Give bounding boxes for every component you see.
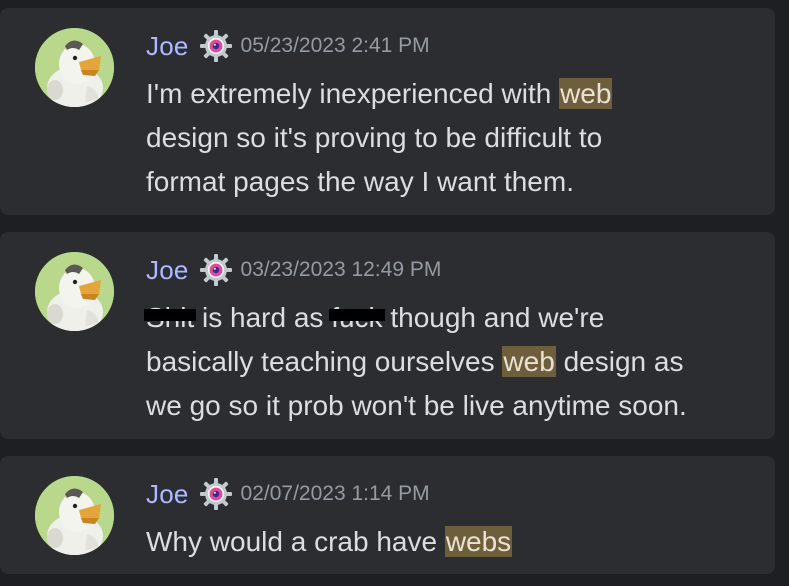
author-name[interactable]: Joe bbox=[146, 255, 189, 286]
gear-badge-icon bbox=[199, 29, 233, 63]
redacted-word: Shit bbox=[143, 296, 197, 340]
text-span: is hard as bbox=[194, 302, 332, 333]
avatar-image bbox=[35, 476, 114, 555]
message-line: I'm extremely inexperienced with web bbox=[146, 72, 756, 116]
redacted-word: fuck bbox=[329, 296, 385, 340]
author-name[interactable]: Joe bbox=[146, 479, 189, 510]
message-header: Joe bbox=[146, 478, 430, 510]
message-line: Why would a crab have webs bbox=[146, 520, 756, 564]
text-span: basically teaching ourselves bbox=[146, 346, 503, 377]
text-span: Why would a crab have bbox=[146, 526, 445, 557]
message-header: Joe bbox=[146, 254, 441, 286]
text-span: though and we're bbox=[382, 302, 605, 333]
message-header: Joe bbox=[146, 30, 430, 62]
message-line: we go so it prob won't be live anytime s… bbox=[146, 390, 687, 421]
avatar[interactable] bbox=[35, 28, 114, 107]
text-span: I'm extremely inexperienced with bbox=[146, 78, 560, 109]
message-content: I'm extremely inexperienced with web des… bbox=[146, 72, 756, 204]
search-highlight: web bbox=[502, 346, 556, 377]
gear-badge-icon bbox=[199, 253, 233, 287]
search-highlight: webs bbox=[444, 526, 513, 557]
avatar-image bbox=[35, 28, 114, 107]
text-span: design as bbox=[555, 346, 684, 377]
message-line: format pages the way I want them. bbox=[146, 166, 574, 197]
message-card[interactable]: Joe bbox=[0, 232, 775, 439]
author-name[interactable]: Joe bbox=[146, 31, 189, 62]
message-timestamp[interactable]: 05/23/2023 2:41 PM bbox=[241, 34, 430, 58]
message-line: Shit is hard as fuck though and we're bbox=[143, 296, 756, 340]
message-line: basically teaching ourselves web design … bbox=[146, 340, 756, 384]
message-timestamp[interactable]: 02/07/2023 1:14 PM bbox=[241, 482, 430, 506]
search-highlight: web bbox=[559, 78, 613, 109]
gear-badge-icon bbox=[199, 477, 233, 511]
message-timestamp[interactable]: 03/23/2023 12:49 PM bbox=[241, 258, 442, 282]
avatar-image bbox=[35, 252, 114, 331]
avatar[interactable] bbox=[35, 476, 114, 555]
search-results: Joe 05/23/2023 2:41 PM I'm extremely ine… bbox=[0, 0, 789, 586]
message-line: design so it's proving to be difficult t… bbox=[146, 122, 603, 153]
message-content: Why would a crab have webs bbox=[146, 520, 756, 564]
message-card[interactable]: Joe bbox=[0, 8, 775, 215]
message-card[interactable]: Joe bbox=[0, 456, 775, 574]
avatar[interactable] bbox=[35, 252, 114, 331]
message-content: Shit is hard as fuck though and we're ba… bbox=[143, 296, 756, 428]
